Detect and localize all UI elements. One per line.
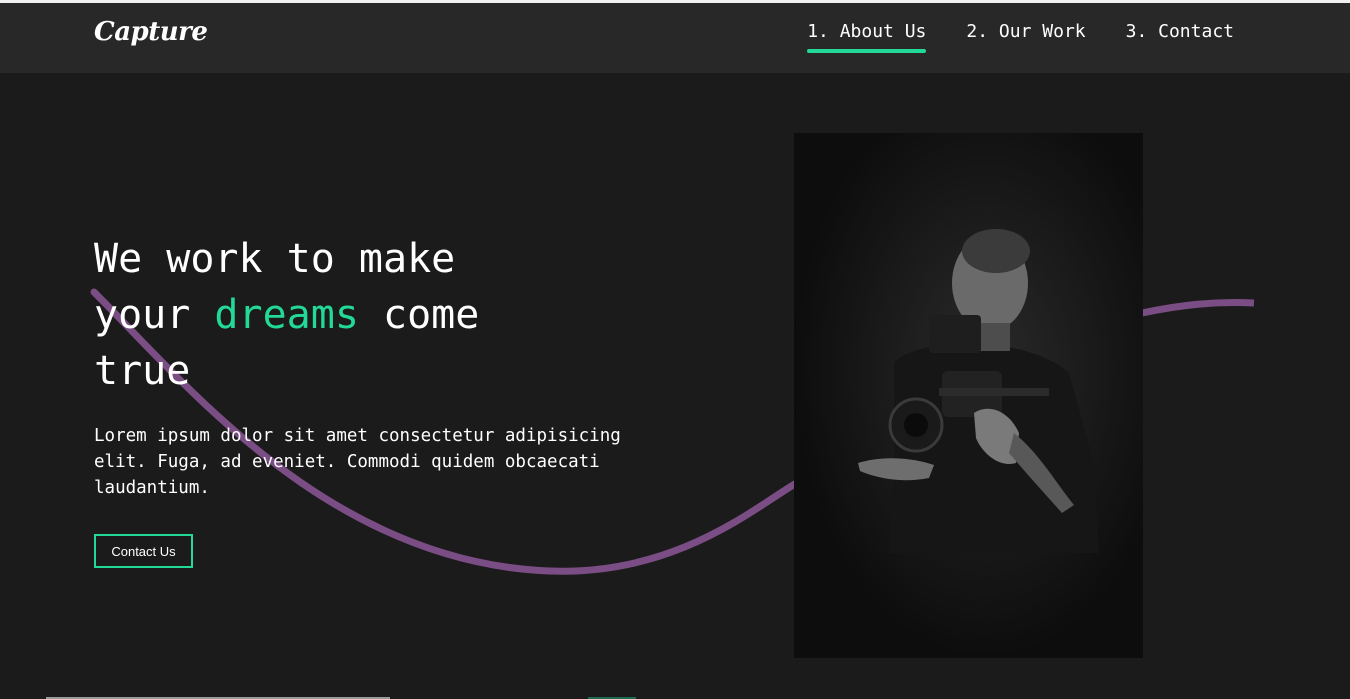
- photo-illustration: [794, 133, 1143, 658]
- navbar: Capture 1. About Us 2. Our Work 3. Conta…: [0, 3, 1350, 73]
- nav-item-our-work[interactable]: 2. Our Work: [966, 21, 1085, 43]
- contact-us-button[interactable]: Contact Us: [94, 534, 193, 568]
- nav-item-contact[interactable]: 3. Contact: [1126, 21, 1234, 43]
- nav-item-about-us[interactable]: 1. About Us: [807, 21, 927, 53]
- brand-logo[interactable]: Capture: [94, 17, 208, 47]
- nav-item-label: 1. About Us: [807, 21, 927, 42]
- hero-text: We work to make your dreams come true Lo…: [94, 231, 654, 501]
- photographer-with-camera-image: [794, 133, 1143, 658]
- nav-item-label: 2. Our Work: [966, 21, 1086, 42]
- hero-headline: We work to make your dreams come true: [94, 231, 514, 399]
- page: Capture 1. About Us 2. Our Work 3. Conta…: [0, 0, 1350, 699]
- nav-active-underline: [807, 49, 927, 53]
- headline-word-your: your: [94, 292, 191, 338]
- nav-item-label: 3. Contact: [1125, 21, 1234, 42]
- headline-line-1: We work to make: [94, 236, 456, 282]
- headline-word-true: true: [94, 348, 191, 394]
- hero-description: Lorem ipsum dolor sit amet consectetur a…: [94, 426, 621, 498]
- nav-links: 1. About Us 2. Our Work 3. Contact: [807, 21, 1234, 53]
- headline-word-come: come: [383, 292, 480, 338]
- headline-accent-word: dreams: [214, 292, 359, 338]
